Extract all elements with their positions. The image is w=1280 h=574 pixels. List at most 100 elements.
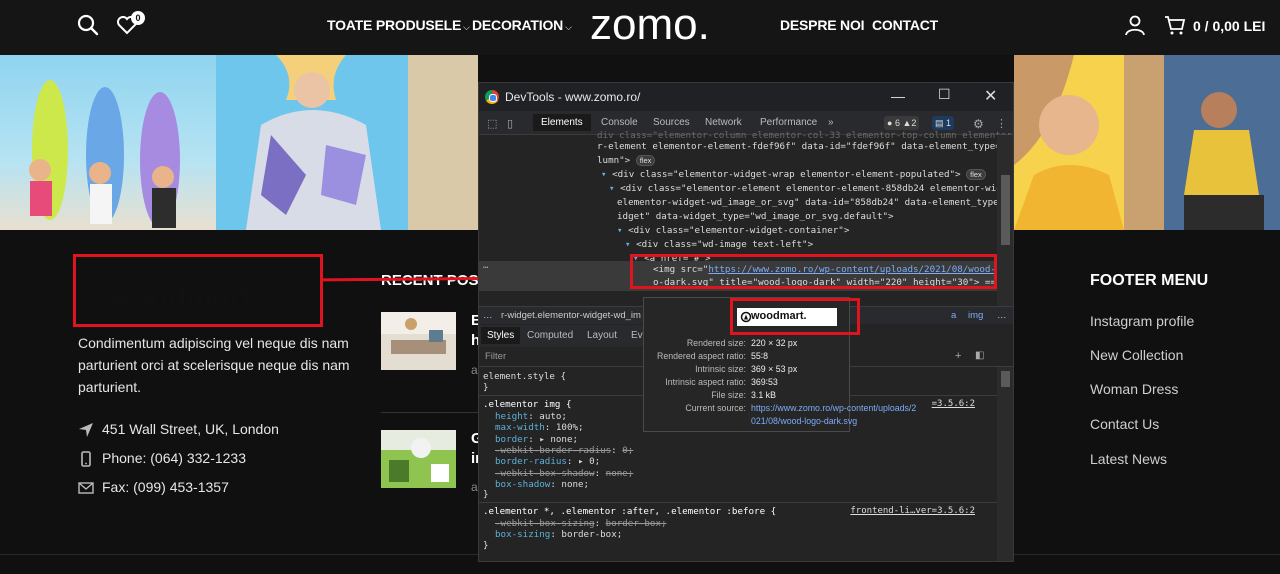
- nav-despre-noi[interactable]: DESPRE NOI: [780, 17, 865, 33]
- minimize-button[interactable]: —: [891, 88, 905, 104]
- recent-post-thumb-2[interactable]: [381, 430, 456, 488]
- user-icon[interactable]: [1124, 14, 1146, 36]
- dom-line[interactable]: ▾ <div class="elementor-widget-container…: [617, 224, 849, 238]
- dom-line[interactable]: idget" data-widget_type="wd_image_or_svg…: [617, 210, 894, 224]
- tab-network[interactable]: Network: [705, 117, 742, 128]
- dom-line[interactable]: ▾ <div class="elementor-element elemento…: [609, 182, 1013, 196]
- rule-source-link[interactable]: frontend-li…ver=3.5.6:2: [850, 506, 975, 517]
- tab-console[interactable]: Console: [601, 117, 638, 128]
- issues-counter[interactable]: ● 6 ▲2: [884, 116, 920, 130]
- css-colon: :: [528, 411, 540, 422]
- rule-selector-elementor-all[interactable]: .elementor *, .elementor :after, .elemen…: [483, 506, 776, 517]
- css-property-line[interactable]: -webkit-border-radius: 0;: [495, 445, 633, 456]
- breadcrumb-item-img[interactable]: img: [968, 310, 983, 321]
- cart-icon[interactable]: [1164, 14, 1186, 36]
- dom-line[interactable]: elementor-widget-wd_image_or_svg" data-i…: [617, 196, 1013, 210]
- scrollbar-thumb[interactable]: [1001, 371, 1010, 387]
- tab-performance[interactable]: Performance: [760, 117, 817, 128]
- breadcrumb-ellipsis[interactable]: …: [483, 310, 493, 321]
- tab-computed[interactable]: Computed: [527, 330, 573, 341]
- tab-sources[interactable]: Sources: [653, 117, 690, 128]
- maximize-button[interactable]: ☐: [938, 86, 951, 103]
- css-property-line[interactable]: box-shadow: none;: [495, 479, 589, 490]
- tab-elements[interactable]: Elements: [533, 114, 591, 131]
- dom-line[interactable]: lumn"> flex: [597, 154, 656, 168]
- breadcrumb-item[interactable]: r-widget.elementor-widget-wd_im: [501, 310, 641, 321]
- close-button[interactable]: ✕: [984, 86, 997, 106]
- rule-source-link[interactable]: =3.5.6:2: [932, 399, 975, 410]
- dom-line[interactable]: ▾ <div class="wd-image text-left">: [625, 238, 813, 252]
- dom-line[interactable]: ▾ <div class="elementor-widget-wrap elem…: [601, 168, 986, 182]
- tab-more[interactable]: »: [828, 117, 834, 128]
- site-logo[interactable]: zomo.: [590, 0, 710, 50]
- css-property-line[interactable]: -webkit-box-shadow: none;: [495, 468, 633, 479]
- footer-link-latest-news[interactable]: Latest News: [1090, 451, 1167, 467]
- dom-line[interactable]: r-element elementor-element-fdef96f" dat…: [597, 140, 1013, 154]
- fashion-model-image[interactable]: [216, 55, 408, 230]
- css-property-value[interactable]: border-box;: [606, 518, 667, 529]
- css-property-value[interactable]: ▸ none;: [539, 434, 578, 445]
- surf-boards-image[interactable]: [0, 55, 216, 230]
- flex-badge[interactable]: flex: [966, 169, 986, 180]
- hero-image-3[interactable]: [408, 55, 478, 230]
- footer-link-woman-dress[interactable]: Woman Dress: [1090, 381, 1178, 397]
- nav-contact[interactable]: CONTACT: [872, 17, 938, 33]
- css-property-line[interactable]: border: ▸ none;: [495, 434, 578, 445]
- new-rule-icon[interactable]: +: [955, 350, 961, 362]
- css-property-name[interactable]: -webkit-border-radius: [495, 445, 611, 456]
- rule-selector-elementor-img[interactable]: .elementor img {: [483, 399, 572, 410]
- messages-counter[interactable]: ▤ 1: [932, 116, 955, 130]
- element-style-selector[interactable]: element.style {: [483, 371, 566, 382]
- css-property-name[interactable]: height: [495, 411, 528, 422]
- css-property-value[interactable]: border-box;: [561, 529, 622, 540]
- breadcrumb-item-a[interactable]: a: [951, 310, 956, 321]
- nav-decoration[interactable]: DECORATION ⌵: [472, 17, 572, 33]
- tooltip-value[interactable]: 021/08/wood-logo-dark.svg: [751, 416, 857, 426]
- css-property-value[interactable]: none;: [561, 479, 589, 490]
- css-property-name[interactable]: -webkit-box-sizing: [495, 518, 595, 529]
- css-property-name[interactable]: max-width: [495, 422, 545, 433]
- css-property-name[interactable]: border: [495, 434, 528, 445]
- recent-post-thumb-1[interactable]: [381, 312, 456, 370]
- footer-link-contact-us[interactable]: Contact Us: [1090, 416, 1159, 432]
- smiling-woman-image[interactable]: [1014, 55, 1124, 230]
- scrollbar-thumb[interactable]: [1001, 175, 1010, 245]
- css-property-line[interactable]: height: auto;: [495, 411, 567, 422]
- search-icon[interactable]: [77, 14, 99, 36]
- footer-link-new-collection[interactable]: New Collection: [1090, 347, 1183, 363]
- css-property-name[interactable]: box-shadow: [495, 479, 550, 490]
- css-property-name[interactable]: -webkit-box-shadow: [495, 468, 595, 479]
- flex-badge[interactable]: flex: [635, 155, 656, 166]
- breadcrumb-more[interactable]: …: [997, 310, 1007, 321]
- css-property-name[interactable]: box-sizing: [495, 529, 550, 540]
- css-property-line[interactable]: max-width: 100%;: [495, 422, 584, 433]
- nav-toate-produsele[interactable]: TOATE PRODUSELE ⌵: [327, 17, 470, 33]
- annotation-box-logo: [73, 254, 323, 327]
- css-property-value[interactable]: ▸ 0;: [578, 456, 600, 467]
- css-property-name[interactable]: border-radius: [495, 456, 567, 467]
- css-property-value[interactable]: 100%;: [556, 422, 584, 433]
- nav-label: DECORATION: [472, 17, 564, 33]
- elements-scrollbar[interactable]: [997, 135, 1013, 310]
- css-property-value[interactable]: none;: [606, 468, 634, 479]
- styles-scrollbar[interactable]: [997, 367, 1013, 561]
- tooltip-value[interactable]: https://www.zomo.ro/wp-content/uploads/2: [751, 403, 916, 413]
- rule-close: }: [483, 540, 489, 551]
- footer-link-instagram[interactable]: Instagram profile: [1090, 313, 1194, 329]
- woman-chair-image[interactable]: [1124, 55, 1280, 230]
- device-toolbar-icon[interactable]: ▯: [507, 117, 513, 130]
- css-property-line[interactable]: border-radius: ▸ 0;: [495, 456, 600, 467]
- css-property-line[interactable]: -webkit-box-sizing: border-box;: [495, 518, 667, 529]
- css-property-line[interactable]: box-sizing: border-box;: [495, 529, 622, 540]
- css-property-value[interactable]: auto;: [539, 411, 567, 422]
- cart-total[interactable]: 0 / 0,00 LEI: [1193, 18, 1265, 34]
- tooltip-value: 55∶8: [751, 351, 768, 361]
- tab-layout[interactable]: Layout: [587, 330, 617, 341]
- inspect-element-icon[interactable]: ⬚: [487, 117, 497, 130]
- filter-input[interactable]: Filter: [485, 351, 506, 362]
- css-colon: :: [544, 422, 556, 434]
- css-property-value[interactable]: 0;: [622, 445, 633, 456]
- tab-styles[interactable]: Styles: [481, 327, 521, 344]
- devtools-titlebar[interactable]: DevTools - www.zomo.ro/ — ☐ ✕: [479, 83, 1013, 111]
- toggle-sidebar-icon[interactable]: ◧: [975, 350, 984, 361]
